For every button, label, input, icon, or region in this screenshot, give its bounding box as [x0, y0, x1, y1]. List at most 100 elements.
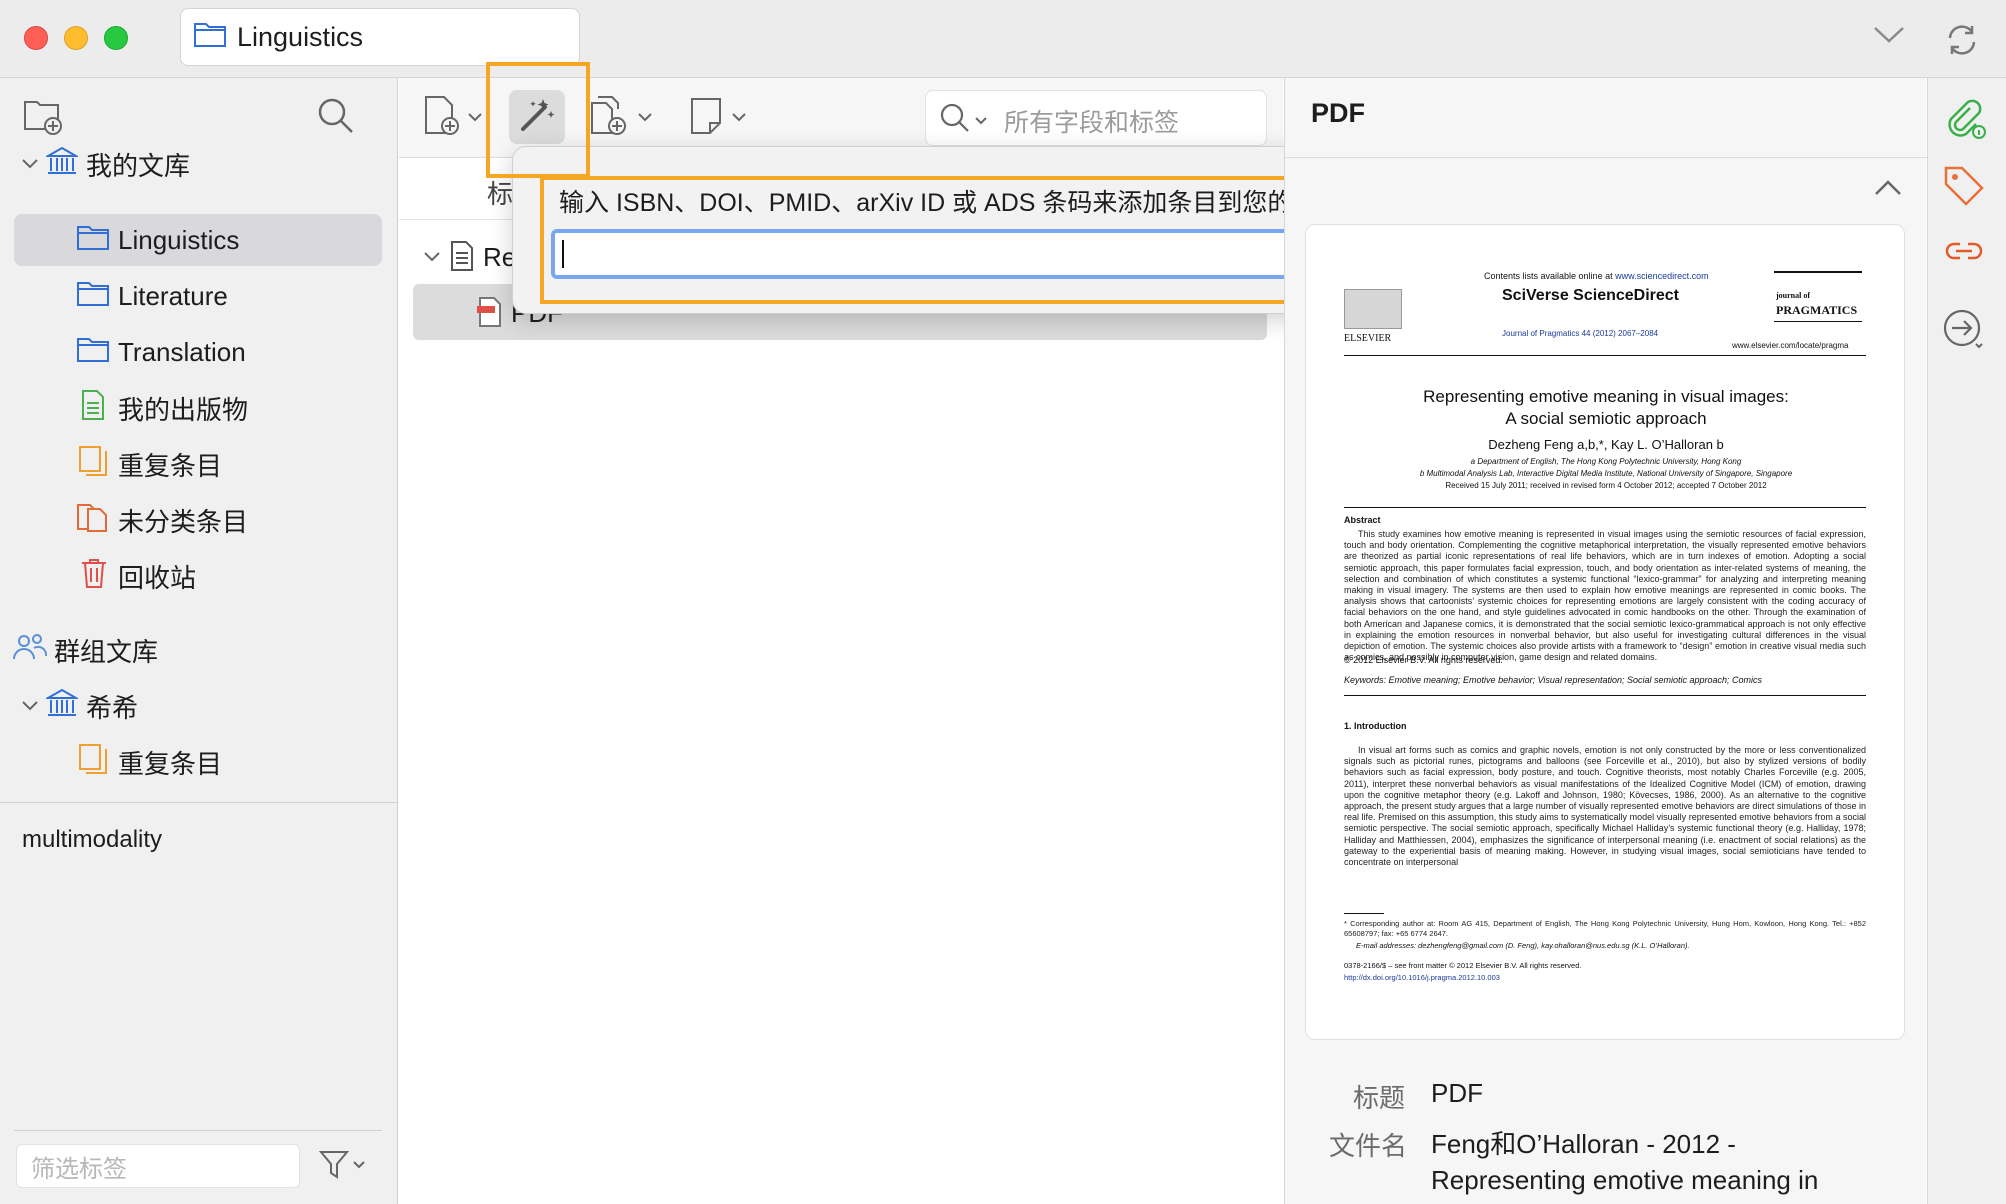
note-icon	[689, 96, 725, 141]
related-items-icon[interactable]	[1942, 230, 1986, 275]
pdf-journal-logo: PRAGMATICS	[1776, 303, 1858, 317]
sidebar-item-my-library[interactable]: 我的文库	[0, 138, 398, 190]
tab-list-chevron-down-icon[interactable]	[1872, 24, 1906, 51]
folder-icon	[76, 279, 110, 314]
pdf-doi: http://dx.doi.org/10.1016/j.pragma.2012.…	[1344, 973, 1500, 982]
pdf-copyright: © 2012 Elsevier B.V. All rights reserved…	[1344, 655, 1503, 665]
collection-tab[interactable]: Linguistics	[180, 8, 580, 66]
sidebar-item-unfiled[interactable]: 未分类条目	[0, 494, 398, 546]
sidebar-item-linguistics[interactable]: Linguistics	[14, 214, 382, 266]
library-icon	[44, 145, 80, 184]
add-attachment-icon	[589, 94, 631, 143]
sidebar-item-duplicates[interactable]: 重复条目	[0, 438, 398, 490]
new-item-button[interactable]	[423, 92, 483, 144]
locate-icon[interactable]	[1942, 308, 1986, 357]
sidebar-item-group-xixi[interactable]: 希希	[0, 680, 398, 732]
collection-search-icon[interactable]	[316, 96, 356, 141]
item-pane-sidenav	[1927, 78, 2006, 1204]
sidebar-item-label: 我的出版物	[118, 394, 249, 425]
field-value-filename[interactable]: Feng和O’Halloran - 2012 - Representing em…	[1431, 1126, 1891, 1198]
chevron-down-icon	[637, 109, 653, 127]
tag-selector-divider	[14, 1130, 382, 1131]
journal-article-icon	[449, 240, 475, 277]
sidebar-item-group-duplicates[interactable]: 重复条目	[0, 736, 398, 788]
search-icon	[938, 101, 972, 140]
window-zoom-button[interactable]	[104, 26, 128, 50]
pdf-available-online: Contents lists available online at www.s…	[1484, 271, 1709, 281]
tag-filter-input[interactable]: 筛选标签	[16, 1144, 300, 1188]
collections-sidebar: 我的文库 Linguistics Literature Translation …	[0, 78, 398, 1204]
field-label-filename: 文件名	[1329, 1131, 1408, 1161]
pdf-preview[interactable]: Contents lists available online at www.s…	[1305, 224, 1905, 1040]
pdf-journal-cite: Journal of Pragmatics 44 (2012) 2067–208…	[1502, 329, 1659, 338]
sidebar-item-trash[interactable]: 回收站	[0, 550, 398, 602]
sidebar-item-label: 重复条目	[118, 748, 223, 779]
sidebar-item-label: 我的文库	[86, 150, 191, 181]
sidebar-item-translation[interactable]: Translation	[0, 326, 398, 378]
item-pane: PDF Contents lists available online at w…	[1284, 78, 1927, 1204]
tag-multimodality[interactable]: multimodality	[22, 826, 162, 854]
new-collection-icon[interactable]	[22, 96, 64, 141]
pdf-title-line1: Representing emotive meaning in visual i…	[1423, 387, 1789, 406]
folder-icon	[76, 223, 110, 258]
pdf-rule-2	[1344, 695, 1866, 696]
search-placeholder: 所有字段和标签	[1004, 109, 1180, 137]
window-minimize-button[interactable]	[64, 26, 88, 50]
pdf-footnote-1: * Corresponding author at: Room AG 415, …	[1344, 919, 1866, 938]
library-icon	[44, 687, 80, 726]
chevron-down-icon[interactable]	[20, 154, 40, 174]
new-note-button[interactable]	[689, 92, 747, 144]
tag-icon[interactable]	[1942, 164, 1986, 213]
sidebar-item-literature[interactable]: Literature	[0, 270, 398, 322]
column-title-header[interactable]: 标	[487, 174, 513, 211]
sidebar-item-label: 回收站	[118, 562, 197, 593]
identifier-prompt: 输入 ISBN、DOI、PMID、arXiv ID 或 ADS 条码来添加条目到…	[559, 189, 1350, 217]
pdf-available-online-text: Contents lists available online at	[1484, 271, 1613, 281]
pdf-icon	[477, 296, 503, 333]
sidebar-item-my-publications[interactable]: 我的出版物	[0, 382, 398, 434]
chevron-down-icon[interactable]	[423, 250, 441, 268]
add-by-identifier-button[interactable]	[509, 90, 565, 144]
sidebar-item-label: 群组文库	[54, 636, 159, 667]
pdf-received: Received 15 July 2011; received in revis…	[1445, 481, 1767, 490]
journal-logo-rule	[1774, 271, 1862, 273]
pdf-rule-1	[1344, 507, 1866, 508]
pdf-keywords: Keywords: Emotive meaning; Emotive behav…	[1344, 675, 1763, 685]
search-mode-chevron-down-icon[interactable]	[974, 113, 988, 131]
sidebar-item-label: Linguistics	[118, 224, 240, 255]
pdf-footnote-2: E-mail addresses: dezhengfeng@gmail.com …	[1356, 941, 1690, 950]
pdf-affil-a: a Department of English, The Hong Kong P…	[1470, 457, 1742, 466]
chevron-down-icon	[731, 109, 747, 127]
pdf-title-line2: A social semiotic approach	[1505, 409, 1707, 428]
field-label-title: 标题	[1353, 1083, 1406, 1113]
new-document-icon	[423, 94, 461, 143]
items-search-field[interactable]: 所有字段和标签	[925, 90, 1267, 146]
chevron-down-icon	[467, 109, 483, 127]
sidebar-item-group-libraries[interactable]: 群组文库	[0, 624, 398, 676]
duplicate-items-icon	[78, 743, 108, 782]
pdf-abstract-heading: Abstract	[1344, 515, 1381, 525]
chevron-down-icon[interactable]	[20, 696, 40, 716]
tag-actions-filter-icon[interactable]	[318, 1148, 366, 1187]
sidebar-item-label: 未分类条目	[118, 506, 249, 537]
item-pane-header: PDF	[1285, 78, 1927, 158]
add-attachment-button[interactable]	[589, 92, 653, 144]
pdf-affil-b: b Multimodal Analysis Lab, Interactive D…	[1419, 469, 1793, 478]
field-value-title[interactable]: PDF	[1431, 1078, 1483, 1109]
sidebar-item-label: Literature	[118, 280, 228, 311]
pdf-sciverse: SciVerse ScienceDirect	[1502, 287, 1680, 304]
attachment-icon[interactable]	[1942, 98, 1988, 149]
collapse-preview-chevron-up-icon[interactable]	[1873, 178, 1903, 203]
sync-icon[interactable]	[1942, 20, 1982, 65]
pdf-header-rule	[1344, 355, 1866, 356]
pdf-footnote-rule	[1344, 913, 1384, 914]
journal-logo-rule-bottom	[1774, 321, 1862, 322]
pdf-abstract-text: This study examines how emotive meaning …	[1344, 529, 1866, 663]
folder-icon	[193, 20, 227, 55]
pdf-issn: 0378-2166/$ – see front matter © 2012 El…	[1344, 961, 1582, 970]
item-pane-title: PDF	[1311, 98, 1365, 128]
sidebar-item-label: 重复条目	[118, 450, 223, 481]
pdf-journal-logo-top: journal of	[1776, 291, 1810, 300]
window-close-button[interactable]	[24, 26, 48, 50]
pdf-authors: Dezheng Feng a,b,*, Kay L. O’Halloran b	[1488, 437, 1724, 452]
